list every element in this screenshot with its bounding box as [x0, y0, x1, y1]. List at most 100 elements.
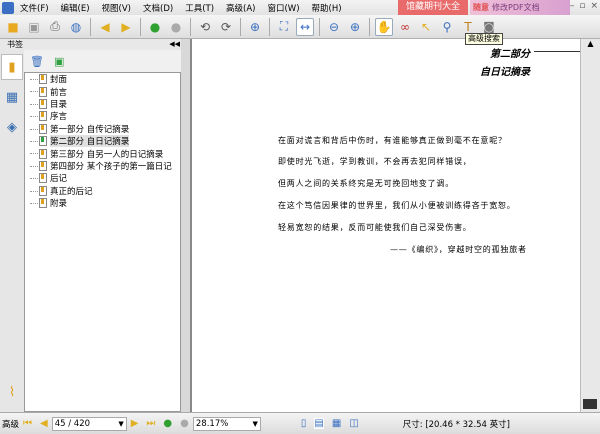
- next-page-icon[interactable]: ▶: [117, 18, 135, 36]
- document-view: 第二部分 自日记摘录 在面对谎言和背后中伤时，有谁能够真正做到毫不在意呢？ 即使…: [190, 39, 580, 412]
- bookmark-item[interactable]: 第二部分 自日记摘录: [25, 135, 180, 148]
- bookmark-item[interactable]: 封面: [25, 73, 180, 85]
- text-line: 在面对谎言和背后中伤时，有谁能够真正做到毫不在意呢？: [278, 136, 507, 145]
- bookmark-item[interactable]: 目录: [25, 98, 180, 110]
- mode-label: 高级: [2, 419, 20, 430]
- facing-pages-icon[interactable]: ▦: [332, 418, 341, 429]
- fit-width-icon[interactable]: ↔: [296, 17, 314, 36]
- rotate-left-icon[interactable]: ⟲: [196, 18, 214, 36]
- forward-icon[interactable]: ●: [180, 418, 189, 429]
- reading-glasses-icon[interactable]: ∞: [396, 18, 414, 36]
- single-page-icon[interactable]: ▯: [301, 418, 307, 429]
- page-number: 45 / 420: [54, 418, 91, 429]
- bookmark-label: 第二部分 自日记摘录: [50, 135, 130, 148]
- minimize-icon[interactable]: –: [570, 1, 575, 11]
- bookmark-item[interactable]: 第三部分 自另一人的日记摘录: [25, 147, 180, 160]
- zoom-out-icon[interactable]: ⊖: [325, 18, 343, 36]
- close-icon[interactable]: ×: [590, 1, 598, 11]
- save-icon[interactable]: ▣: [25, 18, 43, 36]
- menu-file[interactable]: 文件(F): [14, 2, 55, 14]
- zoom-in-icon[interactable]: ⊕: [346, 18, 364, 36]
- forward-icon[interactable]: ●: [167, 18, 185, 36]
- vertical-scrollbar[interactable]: ▲: [580, 39, 600, 412]
- layers-tab-icon[interactable]: ◈: [1, 114, 23, 140]
- zoom-value: 28.17%: [195, 418, 229, 429]
- menu-window[interactable]: 窗口(W): [261, 2, 305, 14]
- collapse-panel-icon[interactable]: ◀◀: [169, 39, 180, 50]
- attachments-paperclip-icon[interactable]: ⌇: [1, 379, 23, 405]
- two-up-icon[interactable]: ◫: [349, 418, 358, 429]
- print-icon[interactable]: ⎙: [46, 18, 64, 36]
- ad-banner-edit-pdf[interactable]: 随意 修改PDF文档: [470, 0, 570, 15]
- menu-edit[interactable]: 编辑(E): [55, 2, 96, 14]
- open-folder-icon[interactable]: ■: [4, 18, 22, 36]
- ad-banner-journals[interactable]: 馆藏期刊大全: [398, 0, 468, 15]
- zoom-input[interactable]: 28.17% ▼: [192, 416, 261, 431]
- menu-view[interactable]: 视图(V): [96, 2, 137, 14]
- bookmark-toolbar: 🗑 ▣: [24, 50, 184, 72]
- next-page-icon[interactable]: ▶: [131, 418, 139, 429]
- separator: [190, 17, 191, 36]
- text-line: 即使时光飞逝，学到教训，不会再去犯同样错误，: [278, 157, 472, 166]
- menu-tools[interactable]: 工具(T): [179, 2, 220, 14]
- bookmark-label: 后记: [50, 174, 68, 185]
- part-heading: 第二部分: [490, 49, 530, 60]
- bookmark-item[interactable]: 序言: [25, 110, 180, 122]
- back-icon[interactable]: ●: [163, 418, 172, 429]
- chevron-down-icon[interactable]: ▼: [118, 418, 123, 430]
- bookmark-item[interactable]: 前言: [25, 85, 180, 98]
- rotate-right-icon[interactable]: ⟳: [217, 18, 235, 36]
- advanced-search-binoculars-icon[interactable]: ⚲: [438, 18, 456, 36]
- scroll-thumb[interactable]: [583, 399, 597, 409]
- bookmark-item[interactable]: 真正的后记: [25, 185, 180, 197]
- add-bookmark-icon[interactable]: ▣: [54, 55, 64, 68]
- separator: [269, 17, 270, 36]
- bookmark-item[interactable]: 附录: [25, 197, 180, 209]
- select-arrow-icon[interactable]: ↖: [417, 18, 435, 36]
- prev-page-icon[interactable]: ◀: [40, 418, 48, 429]
- quote-attribution: ——《编织》，穿越时空的孤独旅者: [390, 245, 527, 254]
- bookmark-icon: [39, 198, 47, 209]
- text-line: 在这个笃信因果律的世界里，我们从小便被训练得吝于宽恕。: [278, 201, 516, 210]
- last-page-icon[interactable]: ⏭: [146, 418, 155, 429]
- thumbnails-tab-icon[interactable]: ▦: [1, 84, 23, 110]
- menu-document[interactable]: 文档(D): [137, 2, 179, 14]
- page-number-input[interactable]: 45 / 420 ▼: [51, 416, 127, 431]
- tooltip: 高级搜索: [465, 33, 503, 45]
- delete-bookmark-icon[interactable]: 🗑: [30, 55, 44, 68]
- bookmark-item[interactable]: 后记: [25, 172, 180, 184]
- bookmark-item[interactable]: 第四部分 某个孩子的第一篇日记: [25, 160, 180, 172]
- first-page-icon[interactable]: ⏮: [23, 418, 32, 429]
- bookmark-icon: [39, 148, 47, 159]
- bookmark-icon: [39, 185, 47, 196]
- restore-icon[interactable]: ▫: [579, 1, 585, 11]
- toolbar: ■ ▣ ⎙ ◍ ◀ ▶ ● ● ⟲ ⟳ ⊕ ⛶ ↔ ⊖ ⊕ ✋ ∞ ↖ ⚲ T …: [0, 15, 600, 39]
- bookmark-label: 目录: [50, 99, 68, 110]
- bookmark-icon: [39, 173, 47, 184]
- fit-page-icon[interactable]: ⛶: [275, 18, 293, 36]
- zoom-tool-icon[interactable]: ⊕: [246, 18, 264, 36]
- bookmark-label: 第三部分 自另一人的日记摘录: [50, 149, 164, 160]
- bookmark-tree: 封面 前言 目录 序言第一部分 自传记摘录 第二部分 自日记摘录 第三部分 自另一人的日记…: [24, 72, 181, 412]
- window-controls: – ▫ ×: [570, 1, 598, 11]
- bookmarks-tab-icon[interactable]: ▮: [1, 54, 23, 80]
- panel-splitter[interactable]: [181, 39, 190, 412]
- menu-help[interactable]: 帮助(H): [306, 2, 348, 14]
- hand-tool-icon[interactable]: ✋: [375, 17, 393, 36]
- part-title: 自日记摘录: [480, 67, 530, 78]
- bookmark-icon: [39, 74, 47, 85]
- text-line: 但两人之间的关系终究是无可挽回地变了调。: [278, 179, 454, 188]
- bookmark-icon: [39, 160, 47, 171]
- menu-advanced[interactable]: 高级(A): [220, 2, 261, 14]
- back-icon[interactable]: ●: [146, 18, 164, 36]
- web-icon[interactable]: ◍: [67, 18, 85, 36]
- app-icon: [2, 1, 14, 14]
- continuous-page-icon[interactable]: ▤: [314, 418, 324, 429]
- prev-page-icon[interactable]: ◀: [96, 18, 114, 36]
- bookmark-item[interactable]: 第一部分 自传记摘录: [25, 123, 180, 135]
- bookmark-label: 第一部分 自传记摘录: [50, 124, 130, 135]
- scroll-up-icon[interactable]: ▲: [581, 39, 600, 51]
- separator: [90, 17, 91, 36]
- bookmark-label: 封面: [50, 75, 68, 86]
- chevron-down-icon[interactable]: ▼: [253, 418, 258, 430]
